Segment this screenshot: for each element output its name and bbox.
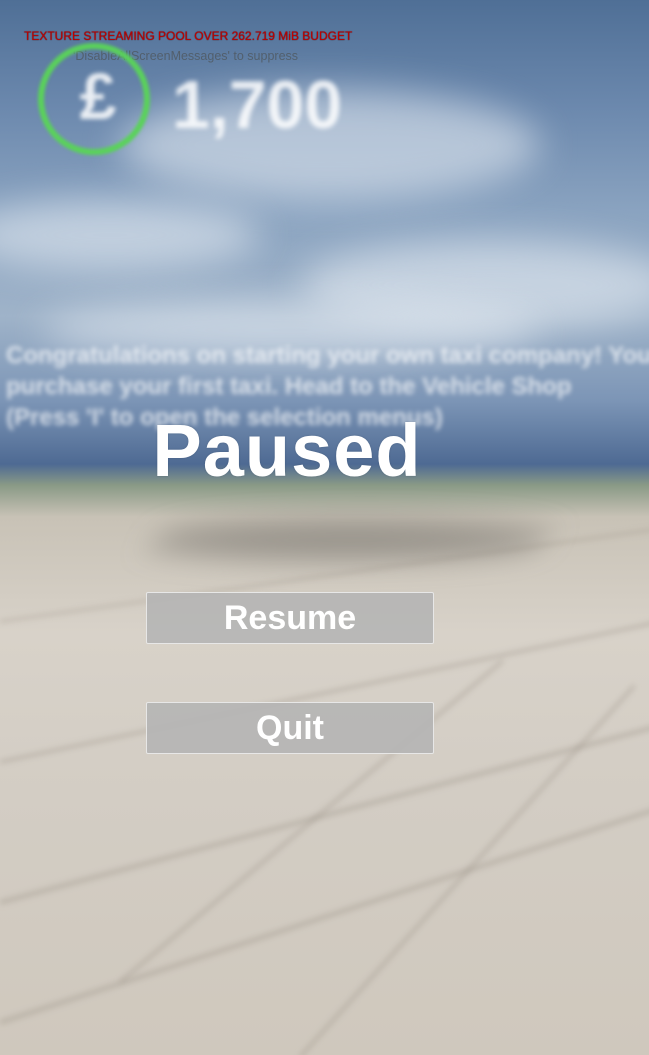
ground-shadow — [142, 520, 558, 560]
money-amount: 1,700 — [172, 67, 343, 143]
pavement-line — [0, 803, 649, 1025]
cloud — [0, 200, 260, 270]
game-scene: TEXTURE STREAMING POOL OVER 262.719 MiB … — [0, 0, 649, 1055]
resume-button[interactable]: Resume — [146, 592, 434, 644]
quit-button[interactable]: Quit — [146, 702, 434, 754]
texture-streaming-warning: TEXTURE STREAMING POOL OVER 262.719 MiB … — [24, 29, 353, 43]
pause-title: Paused — [152, 409, 422, 492]
pound-sign-icon: £ — [79, 59, 117, 133]
